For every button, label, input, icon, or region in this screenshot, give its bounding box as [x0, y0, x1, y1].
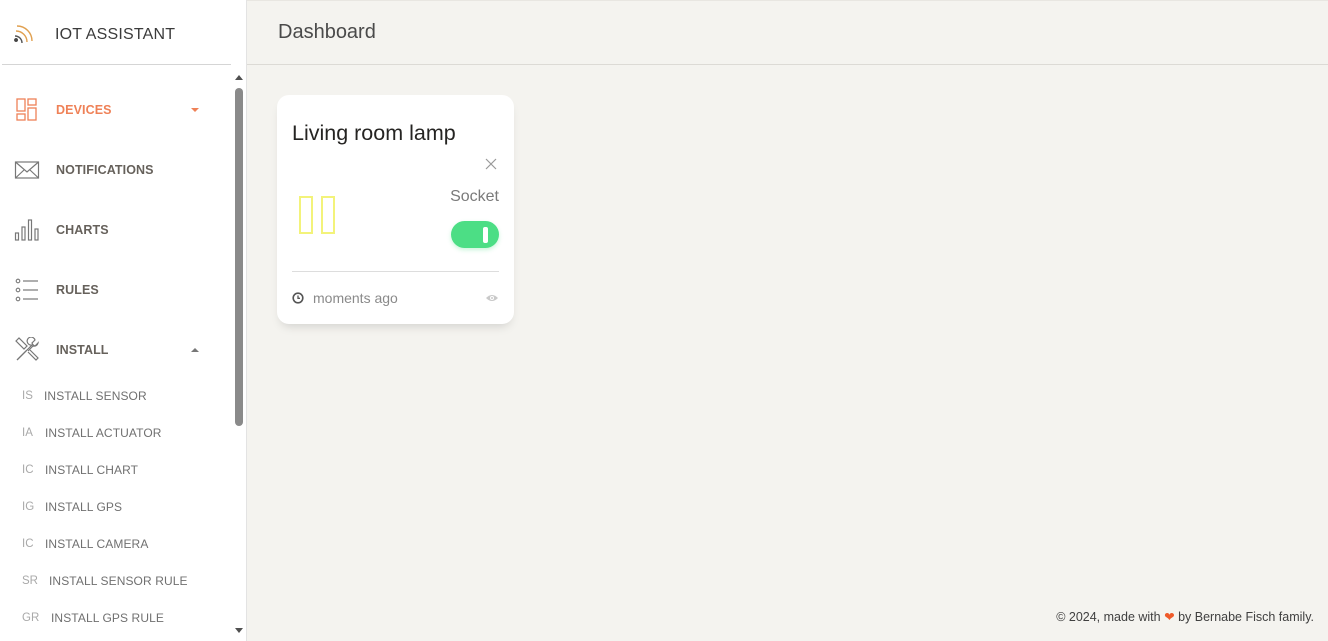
app-name: IOT ASSISTANT [55, 26, 176, 43]
sidebar-subitem-label: INSTALL CHART [45, 463, 139, 477]
heart-icon: ❤ [1164, 610, 1175, 624]
scroll-down-arrow-icon[interactable] [234, 627, 244, 635]
sidebar-item-notifications[interactable]: NOTIFICATIONS [0, 145, 232, 195]
sidebar-nav: DEVICES NOTIFICATIONS CHARTS RULES INSTA… [0, 72, 232, 641]
sidebar-item-label: NOTIFICATIONS [56, 163, 154, 177]
device-type: Socket [450, 188, 499, 205]
sidebar-item-label: INSTALL [56, 343, 109, 357]
device-power-toggle[interactable] [451, 221, 499, 248]
top-navbar: Dashboard [247, 0, 1328, 65]
sidebar-subitem-abbr: GR [22, 612, 40, 624]
sidebar-subitem-abbr: IA [22, 427, 33, 439]
sidebar-subitem-install-chart[interactable]: IC INSTALL CHART [0, 455, 232, 485]
sidebar-subitem-install-camera[interactable]: IC INSTALL CAMERA [0, 529, 232, 559]
bar-chart-icon [14, 219, 39, 241]
sidebar-subitem-label: INSTALL GPS [45, 500, 123, 514]
sidebar-subitem-install-sensor[interactable]: IS INSTALL SENSOR [0, 381, 232, 411]
dashboard-grid-icon [16, 98, 37, 121]
sidebar-subitem-install-sensor-rule[interactable]: SR INSTALL SENSOR RULE [0, 566, 232, 596]
footer: © 2024, made with ❤ by Bernabe Fisch fam… [1056, 609, 1314, 624]
toggle-knob [483, 227, 488, 243]
sidebar-subitem-abbr: IS [22, 390, 33, 402]
sidebar-subitem-label: INSTALL GPS RULE [51, 611, 164, 625]
envelope-icon [14, 161, 40, 179]
sidebar-item-rules[interactable]: RULES [0, 265, 232, 315]
logo[interactable]: IOT ASSISTANT [2, 2, 231, 65]
clock-icon [292, 292, 304, 304]
sidebar-subitem-install-gps[interactable]: IG INSTALL GPS [0, 492, 232, 522]
sidebar-item-label: RULES [56, 283, 99, 297]
sidebar: IOT ASSISTANT DEVICES NOTIFICATIONS CHAR… [0, 0, 247, 641]
sidebar-item-install[interactable]: INSTALL [0, 325, 232, 375]
list-icon [15, 278, 38, 302]
close-icon[interactable] [485, 158, 497, 170]
device-card: Living room lamp Socket moments ago [277, 95, 514, 324]
caret-up-icon [191, 348, 199, 352]
sidebar-item-devices[interactable]: DEVICES [0, 85, 232, 135]
sidebar-item-label: DEVICES [56, 103, 112, 117]
last-updated-timestamp: moments ago [313, 290, 398, 306]
footer-prefix: © 2024, made with [1056, 610, 1161, 624]
sidebar-subitem-label: INSTALL ACTUATOR [45, 426, 162, 440]
sidebar-subitem-abbr: IG [22, 501, 35, 513]
sidebar-item-charts[interactable]: CHARTS [0, 205, 232, 255]
sidebar-subitem-abbr: IC [22, 538, 34, 550]
sidebar-subitem-label: INSTALL SENSOR RULE [49, 574, 188, 588]
sidebar-subitem-abbr: IC [22, 464, 34, 476]
sidebar-subitem-install-gps-rule[interactable]: GR INSTALL GPS RULE [0, 603, 232, 633]
sidebar-item-label: CHARTS [56, 223, 109, 237]
caret-down-icon [191, 108, 199, 112]
sidebar-subitem-label: INSTALL CAMERA [45, 537, 149, 551]
sidebar-subitem-install-actuator[interactable]: IA INSTALL ACTUATOR [0, 418, 232, 448]
sidebar-subitem-label: INSTALL SENSOR [44, 389, 147, 403]
eye-icon[interactable] [485, 293, 499, 303]
card-divider [292, 271, 499, 272]
footer-suffix: by Bernabe Fisch family. [1178, 610, 1314, 624]
sidebar-scrollbar[interactable] [232, 71, 246, 637]
scrollbar-thumb[interactable] [235, 88, 243, 426]
socket-device-icon [299, 196, 335, 234]
sidebar-subitem-abbr: SR [22, 575, 38, 587]
wifi-signal-icon [14, 25, 33, 44]
device-name: Living room lamp [292, 121, 456, 145]
page-title: Dashboard [278, 21, 376, 43]
tools-icon [15, 337, 40, 361]
scroll-up-arrow-icon[interactable] [234, 73, 244, 81]
